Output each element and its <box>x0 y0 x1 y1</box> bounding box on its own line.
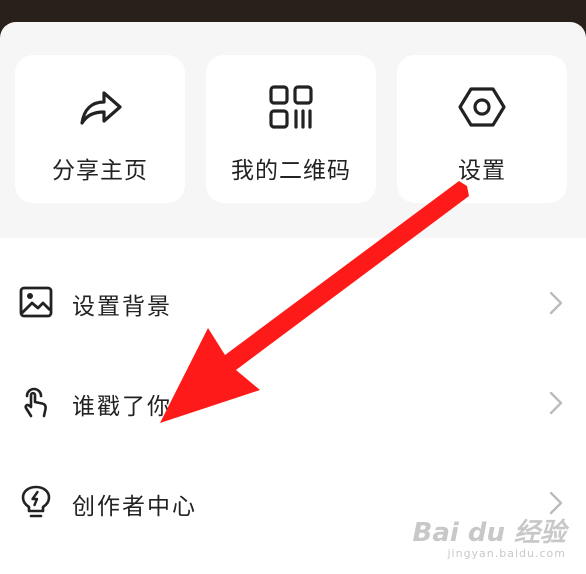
watermark-main-text: Bai du 经验 <box>412 518 567 548</box>
my-qr-code-card[interactable]: 我的二维码 <box>206 55 376 203</box>
menu-item-set-background[interactable]: 设置背景 <box>0 253 586 353</box>
share-icon <box>74 81 126 133</box>
screen: 分享主页 我的二维码 设置 设置背景 谁戳了你 创作者中心 Bai du 经验 … <box>0 0 586 574</box>
baidu-jingyan-watermark: Bai du 经验 jingyan.baidu.com <box>413 512 567 560</box>
chevron-right-icon <box>548 291 564 315</box>
settings-hexagon-icon <box>456 81 508 133</box>
qr-code-icon <box>265 81 317 133</box>
image-icon <box>18 284 54 320</box>
bottom-sheet: 分享主页 我的二维码 设置 设置背景 谁戳了你 创作者中心 <box>0 22 586 574</box>
share-homepage-card[interactable]: 分享主页 <box>15 55 185 203</box>
creator-center-label: 创作者中心 <box>72 494 197 520</box>
settings-card[interactable]: 设置 <box>397 55 567 203</box>
dimmed-top-area[interactable] <box>0 0 586 22</box>
who-poked-you-label: 谁戳了你 <box>72 394 172 420</box>
menu-item-who-poked-you[interactable]: 谁戳了你 <box>0 353 586 453</box>
lightbulb-icon <box>18 484 54 520</box>
settings-label: 设置 <box>458 158 506 184</box>
chevron-right-icon <box>548 391 564 415</box>
my-qr-code-label: 我的二维码 <box>231 158 351 184</box>
share-homepage-label: 分享主页 <box>52 158 148 184</box>
quick-actions-panel: 分享主页 我的二维码 设置 <box>0 22 586 238</box>
set-background-label: 设置背景 <box>72 294 172 320</box>
tap-hand-icon <box>18 384 54 420</box>
